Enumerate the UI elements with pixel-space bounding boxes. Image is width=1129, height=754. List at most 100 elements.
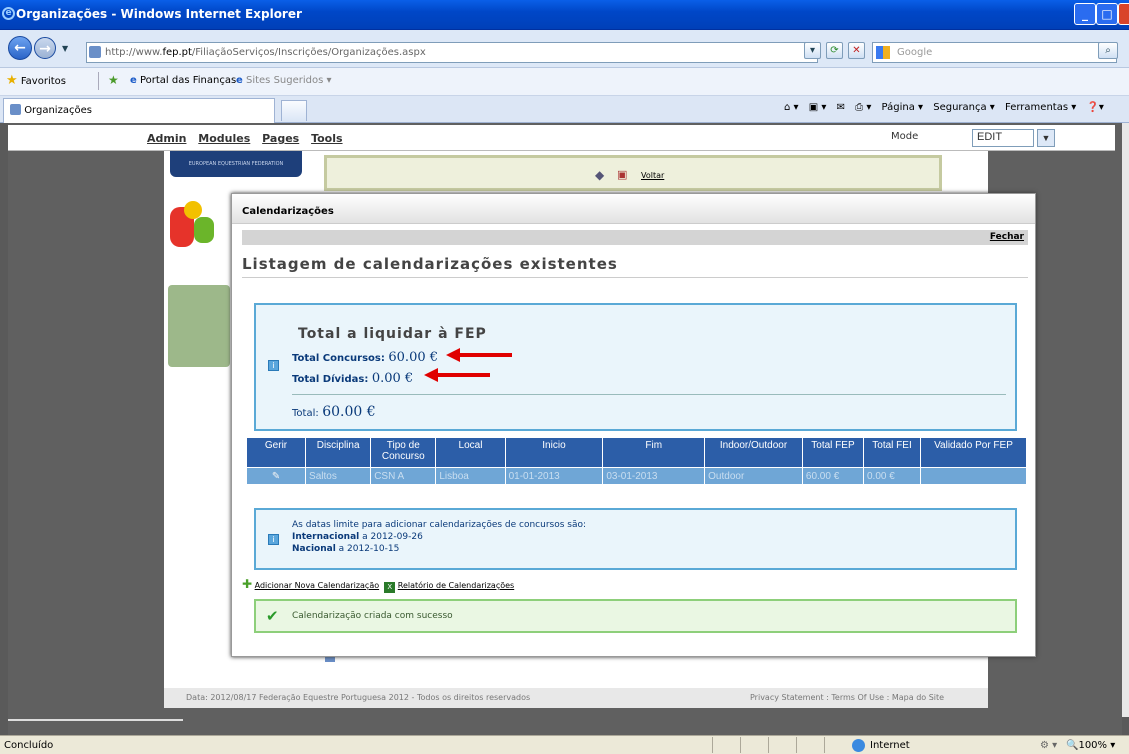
status-text: Concluído (4, 740, 54, 751)
footer-copyright: Data: 2012/08/17 Federação Equestre Port… (186, 693, 531, 702)
menu-tools[interactable]: Tools (311, 132, 342, 145)
voltar-panel: ◆ ▣ Voltar (324, 155, 942, 191)
report-link[interactable]: Relatório de Calendarizações (398, 581, 514, 590)
search-go-icon[interactable]: ⌕ (1098, 42, 1118, 59)
red-arrow-shaft (436, 373, 490, 377)
total-concursos-label: Total Concursos: (292, 353, 385, 364)
ie-logo-icon: e (2, 7, 15, 20)
totals-box: Total a liquidar à FEP i Total Concursos… (254, 303, 1017, 431)
close-window-button[interactable] (1118, 3, 1129, 25)
mode-select[interactable]: EDIT ▼ (972, 129, 1055, 147)
menu-modules[interactable]: Modules (198, 132, 250, 145)
vertical-scrollbar[interactable] (1122, 123, 1129, 717)
deadline-nacional: Nacional a 2012-10-15 (292, 544, 399, 554)
red-arrow-shaft (458, 353, 512, 357)
feeds-icon[interactable]: ▣ ▾ (809, 102, 827, 113)
horizontal-scrollbar[interactable] (8, 717, 1122, 735)
success-message: ✔ Calendarização criada com sucesso (254, 599, 1017, 633)
scrollbar-thumb[interactable] (8, 719, 183, 721)
total-label: Total: (292, 408, 319, 419)
close-link[interactable]: Fechar (990, 232, 1024, 242)
logo-green-shape (194, 217, 214, 243)
voltar-link[interactable]: Voltar (641, 171, 664, 180)
address-input[interactable]: http://www.fep.pt/FiliaçãoServiços/Inscr… (86, 42, 818, 63)
separator (824, 737, 825, 753)
col-header: Validado Por FEP (920, 437, 1027, 468)
mode-label: Mode (891, 131, 919, 142)
url-path: /FiliaçãoServiços/Inscrições/Organizaçõe… (191, 47, 426, 58)
ie-page-icon: e (236, 75, 243, 86)
refresh-icon[interactable]: ⟳ (826, 42, 843, 59)
fav-link-sites[interactable]: e Sites Sugeridos ▾ (236, 75, 332, 86)
stop-icon[interactable]: ✕ (848, 42, 865, 59)
fav-link-portal-label: Portal das Finanças (139, 75, 237, 86)
zoom-control[interactable]: 🔍100% ▾ (1066, 740, 1115, 751)
search-input[interactable]: Google (872, 42, 1117, 63)
back-button[interactable]: ← (8, 36, 32, 60)
favorites-star-icon: ★ (6, 73, 18, 88)
total-dividas-value: 0.00 € (371, 371, 414, 386)
tab-organizacoes[interactable]: Organizações (3, 98, 275, 123)
info-icon: i (268, 360, 279, 371)
fav-link-portal[interactable]: e Portal das Finanças (130, 75, 236, 86)
print-icon[interactable]: ⎙ ▾ (855, 102, 871, 113)
checkmark-icon: ✔ (266, 607, 279, 625)
add-favorite-icon[interactable]: ★ (108, 73, 119, 87)
tools-menu[interactable]: Ferramentas ▾ (1005, 102, 1076, 113)
table-cell: 01-01-2013 (504, 467, 604, 485)
edit-icon[interactable]: ✎ (245, 467, 307, 485)
add-calendarizacao-link[interactable]: Adicionar Nova Calendarização (255, 581, 380, 590)
mode-dropdown-icon[interactable]: ▼ (1037, 129, 1055, 147)
col-header: Inicio (504, 437, 604, 468)
deadline-nacional-value: a 2012-10-15 (338, 544, 400, 554)
help-icon[interactable]: ❓▾ (1086, 102, 1103, 113)
address-dropdown-button[interactable]: ▾ (804, 42, 821, 59)
window-title: Organizações - Windows Internet Explorer (16, 7, 302, 21)
protected-mode-icon[interactable]: ⚙ ▾ (1040, 740, 1057, 751)
fav-link-sites-label: Sites Sugeridos ▾ (245, 75, 332, 86)
home-icon[interactable]: ⌂ ▾ (784, 102, 799, 113)
total-row: Total: 60.00 € (292, 404, 376, 420)
url-host: fep.pt (162, 47, 192, 58)
world-logo (168, 285, 230, 367)
minimize-button[interactable]: _ (1074, 3, 1096, 25)
col-header: Fim (602, 437, 706, 468)
diamond-icon: ◆ (595, 168, 605, 182)
table-cell: Lisboa (435, 467, 506, 485)
action-links: ✚ Adicionar Nova Calendarização X Relató… (242, 577, 514, 593)
mode-value: EDIT (977, 131, 1003, 143)
menu-admin[interactable]: Admin (147, 132, 186, 145)
forward-button[interactable]: → (34, 37, 56, 59)
admin-bar: Admin Modules Pages Tools Mode EDIT ▼ (8, 125, 1115, 151)
maximize-button[interactable]: □ (1096, 3, 1118, 25)
total-concursos-row: Total Concursos: 60.00 € (292, 350, 438, 365)
add-icon: ✚ (242, 577, 253, 591)
table-cell: CSN A (370, 467, 437, 485)
page-menu[interactable]: Página ▾ (882, 102, 924, 113)
new-tab-button[interactable] (281, 100, 307, 121)
separator (98, 72, 99, 90)
menu-pages[interactable]: Pages (262, 132, 299, 145)
favorites-button[interactable]: ★ Favoritos (6, 73, 66, 88)
history-dropdown-icon[interactable]: ▼ (62, 44, 68, 53)
zone-text: Internet (870, 740, 910, 751)
separator (740, 737, 741, 753)
totals-heading: Total a liquidar à FEP (298, 326, 487, 342)
success-text: Calendarização criada com sucesso (292, 611, 453, 621)
total-dividas-row: Total Dívidas: 0.00 € (292, 371, 413, 386)
calendarizacoes-modal: Calendarizações Fechar Listagem de calen… (231, 193, 1036, 657)
window-titlebar: e Organizações - Windows Internet Explor… (0, 0, 1129, 30)
mail-icon[interactable]: ✉ (837, 102, 845, 113)
deadline-internacional-label: Internacional (292, 532, 360, 542)
security-menu[interactable]: Segurança ▾ (933, 102, 995, 113)
tab-favicon-icon (10, 104, 21, 115)
admin-menu: Admin Modules Pages Tools (147, 132, 351, 145)
total-value: 60.00 € (322, 404, 376, 420)
plano-logo (166, 199, 230, 263)
footer-links[interactable]: Privacy Statement : Terms Of Use : Mapa … (750, 688, 944, 708)
tab-label: Organizações (24, 105, 92, 116)
table-cell: 03-01-2013 (602, 467, 706, 485)
table-cell: Saltos (305, 467, 372, 485)
favorites-label: Favoritos (20, 76, 66, 87)
col-header: Disciplina (305, 437, 372, 468)
